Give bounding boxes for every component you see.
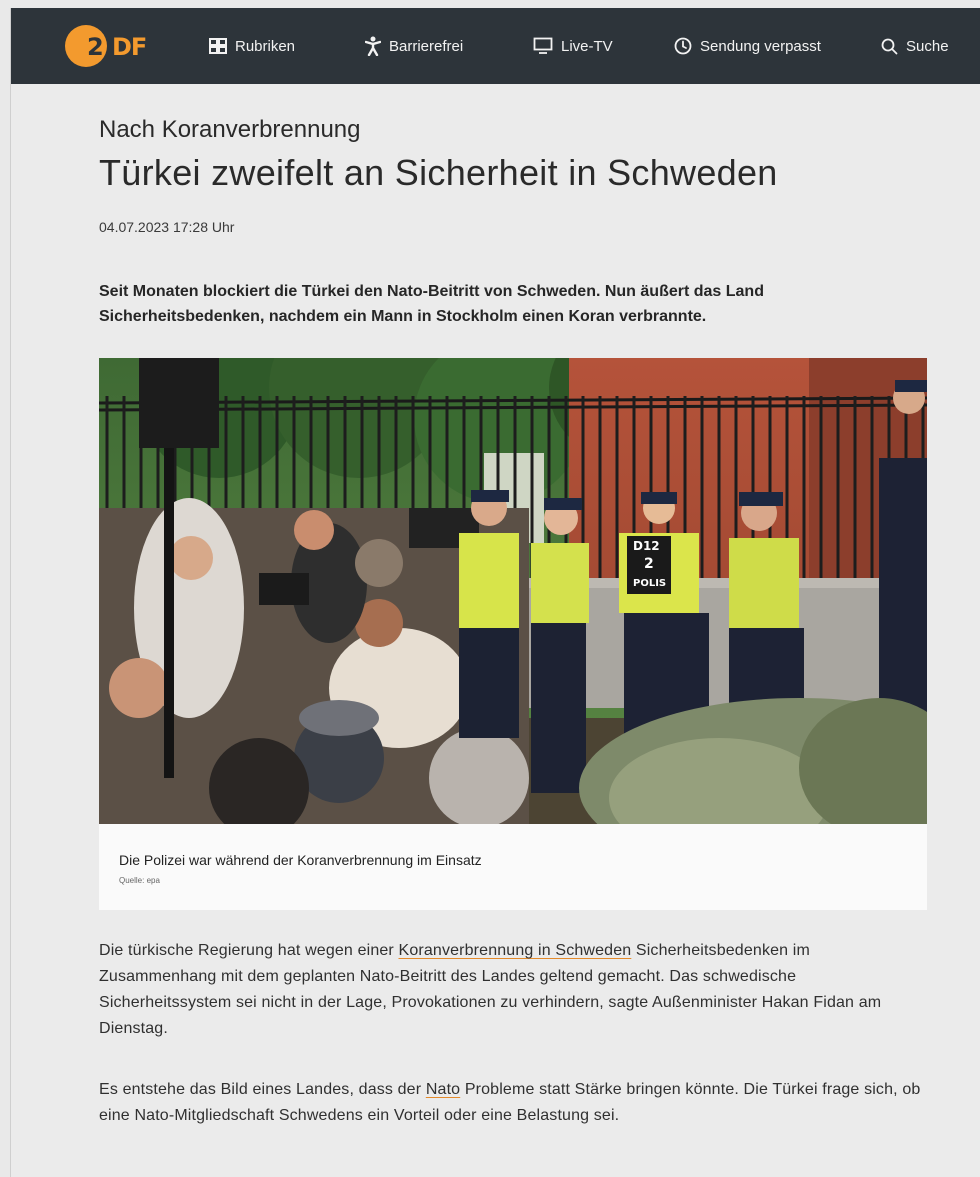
nav-barrierefrei[interactable]: Barrierefrei <box>365 35 463 57</box>
nav-live-tv-label: Live-TV <box>561 37 613 55</box>
browser-viewport: 2 DF Rubriken Barrierefrei Live-TV Sendu… <box>10 8 980 1177</box>
police-scene-illustration: D12 2 POLIS <box>99 358 927 824</box>
nav-sendung-verpasst-label: Sendung verpasst <box>700 37 821 55</box>
article-headline: Türkei zweifelt an Sicherheit in Schwede… <box>99 152 778 193</box>
nav-rubriken[interactable]: Rubriken <box>209 35 295 57</box>
nav-suche[interactable]: Suche <box>881 35 949 57</box>
nav-sendung-verpasst[interactable]: Sendung verpasst <box>674 35 821 57</box>
article-paragraph-2: Es entstehe das Bild eines Landes, dass … <box>99 1077 929 1129</box>
paragraph-1-text-a: Die türkische Regierung hat wegen einer <box>99 942 399 959</box>
zdf-logo[interactable]: 2 DF <box>65 25 149 67</box>
vest-text-d12: D12 <box>633 539 660 553</box>
clock-icon <box>674 37 692 55</box>
link-koranverbrennung[interactable]: Koranverbrennung in Schweden <box>399 942 632 959</box>
photo-caption-box: Die Polizei war während der Koranverbren… <box>99 824 927 910</box>
article-paragraph-1: Die türkische Regierung hat wegen einer … <box>99 938 929 1042</box>
tv-icon <box>533 37 553 54</box>
vest-text-polis: POLIS <box>633 578 666 589</box>
nav-live-tv[interactable]: Live-TV <box>533 35 613 57</box>
search-icon <box>881 38 898 54</box>
accessibility-icon <box>365 36 381 56</box>
nav-suche-label: Suche <box>906 37 949 55</box>
paragraph-2-text-a: Es entstehe das Bild eines Landes, dass … <box>99 1081 426 1098</box>
photo-source: Quelle: epa <box>119 876 160 885</box>
logo-text-letters: DF <box>112 33 147 61</box>
article-lead: Seit Monaten blockiert die Türkei den Na… <box>99 283 764 325</box>
top-navigation: 2 DF Rubriken Barrierefrei Live-TV Sendu… <box>11 8 980 84</box>
link-nato[interactable]: Nato <box>426 1081 460 1098</box>
article-kicker: Nach Koranverbrennung <box>99 116 361 143</box>
grid-icon <box>209 38 227 54</box>
article-date: 04.07.2023 17:28 Uhr <box>99 219 235 235</box>
nav-barrierefrei-label: Barrierefrei <box>389 37 464 55</box>
article-photo[interactable]: D12 2 POLIS <box>99 358 927 824</box>
photo-caption: Die Polizei war während der Koranverbren… <box>119 852 482 868</box>
logo-text-digit: 2 <box>87 33 104 61</box>
vest-text-2: 2 <box>644 556 654 572</box>
nav-rubriken-label: Rubriken <box>235 37 296 55</box>
